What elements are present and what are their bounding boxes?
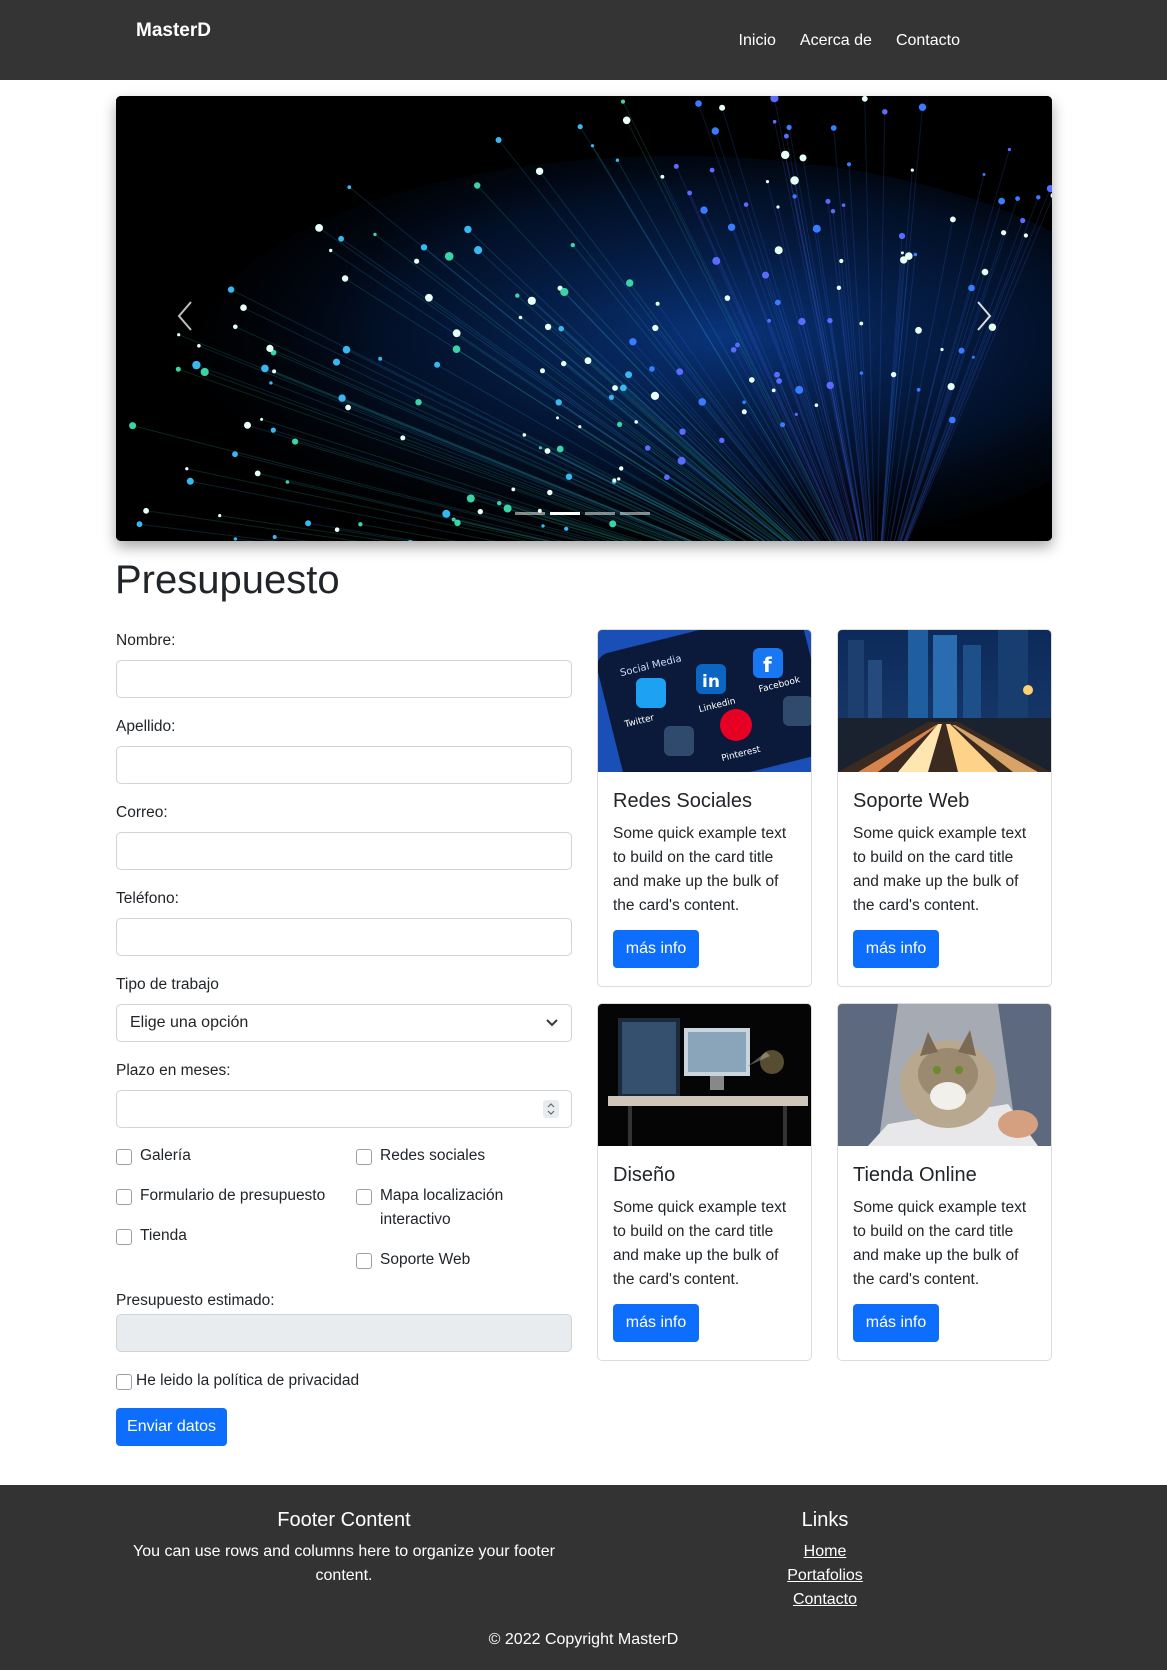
carousel-image [116,96,1052,541]
presupuesto-label: Presupuesto estimado: [116,1292,275,1309]
carousel-indicators [515,512,650,515]
presupuesto-output [116,1314,572,1352]
checkbox-label: Galería [140,1147,191,1164]
card-title: Diseño [613,1164,676,1186]
checkbox-label: Mapa localización interactivo [380,1187,504,1228]
carousel-prev-button[interactable] [171,296,201,336]
nav-links: Inicio Acerca de Contacto [739,32,960,50]
apellido-input[interactable] [116,746,572,784]
chevron-down-icon [546,1019,558,1027]
tipo-trabajo-selected: Elige una opción [130,1014,249,1031]
card-title: Soporte Web [853,790,970,812]
card-tienda-online: Tienda Online Some quick example text to… [837,1003,1052,1361]
checkbox-tienda[interactable]: Tienda [116,1227,336,1245]
checkbox-label: Tienda [140,1227,187,1244]
privacy-label: He leido la política de privacidad [136,1372,360,1389]
nav-link-contacto[interactable]: Contacto [896,32,960,50]
telefono-input[interactable] [116,918,572,956]
telefono-label: Teléfono: [116,890,179,907]
footer-content-title: Footer Content [277,1509,411,1531]
footer-link-contacto[interactable]: Contacto [740,1588,910,1612]
svg-text:f: f [763,653,772,677]
chevron-left-icon [177,301,192,331]
nav-link-inicio[interactable]: Inicio [739,32,776,50]
carousel-indicator-active[interactable] [550,512,580,515]
tipo-trabajo-select[interactable]: Elige una opción [116,1004,572,1042]
checkbox-label: Soporte Web [380,1251,471,1268]
navbar: MasterD Inicio Acerca de Contacto [0,0,1167,80]
nombre-input[interactable] [116,660,572,698]
carousel-indicator[interactable] [515,512,545,515]
copyright: © 2022 Copyright MasterD [488,1631,679,1648]
card-redes-sociales: Social Media in f Twitter Linkedin Faceb… [597,629,812,987]
plazo-label: Plazo en meses: [116,1062,231,1079]
checkbox-mapa[interactable]: Mapa localización interactivo [356,1187,506,1232]
carousel-indicator[interactable] [585,512,615,515]
checkbox[interactable] [356,1189,372,1205]
card-text: Some quick example text to build on the … [613,825,787,914]
checkbox-label: Redes sociales [380,1147,486,1164]
social-media-image: Social Media in f Twitter Linkedin Faceb… [598,630,811,772]
footer-links-title: Links [801,1509,849,1531]
cat-image [838,1004,1051,1146]
chevron-right-icon [977,301,992,331]
page-title: Presupuesto [115,558,340,602]
checkbox-formulario[interactable]: Formulario de presupuesto [116,1187,346,1205]
card-title: Redes Sociales [613,790,752,812]
carousel-next-button[interactable] [968,296,998,336]
correo-label: Correo: [116,804,168,821]
nombre-label: Nombre: [116,632,176,649]
carousel-indicator[interactable] [620,512,650,515]
nav-link-acerca[interactable]: Acerca de [800,32,872,50]
card-diseno: Diseño Some quick example text to build … [597,1003,812,1361]
footer-link-home[interactable]: Home [740,1540,910,1564]
plazo-input[interactable] [116,1090,572,1128]
card-text: Some quick example text to build on the … [853,1199,1027,1288]
spinner-arrows-icon [547,1103,555,1115]
checkbox[interactable] [356,1253,372,1269]
checkbox[interactable] [116,1149,132,1165]
checkbox[interactable] [116,1229,132,1245]
card-soporte-web: Soporte Web Some quick example text to b… [837,629,1052,987]
checkbox[interactable] [356,1149,372,1165]
checkbox[interactable] [116,1189,132,1205]
card-more-button[interactable]: más info [853,930,939,968]
svg-text:in: in [702,672,720,692]
city-night-image [838,630,1051,772]
checkbox-redes[interactable]: Redes sociales [356,1147,566,1165]
card-more-button[interactable]: más info [613,1304,699,1342]
card-text: Some quick example text to build on the … [613,1199,787,1288]
footer-links: Home Portafolios Contacto [740,1540,910,1612]
checkbox-soporte[interactable]: Soporte Web [356,1251,566,1269]
checkbox-label: Formulario de presupuesto [140,1187,326,1204]
card-more-button[interactable]: más info [853,1304,939,1342]
footer: Footer Content You can use rows and colu… [0,1485,1167,1670]
number-spinner[interactable] [543,1100,559,1118]
hero-carousel [116,96,1052,541]
correo-input[interactable] [116,832,572,870]
card-text: Some quick example text to build on the … [853,825,1027,914]
footer-content-text: You can use rows and columns here to org… [133,1543,555,1584]
tipo-trabajo-label: Tipo de trabajo [116,976,219,993]
card-more-button[interactable]: más info [613,930,699,968]
apellido-label: Apellido: [116,718,176,735]
card-title: Tienda Online [853,1164,977,1186]
footer-link-portafolios[interactable]: Portafolios [740,1564,910,1588]
submit-button[interactable]: Enviar datos [116,1408,227,1446]
privacy-checkbox-row[interactable]: He leido la política de privacidad [116,1372,359,1390]
brand-logo[interactable]: MasterD [136,20,211,42]
desk-monitors-image [598,1004,811,1146]
privacy-checkbox[interactable] [116,1374,132,1390]
checkbox-galeria[interactable]: Galería [116,1147,336,1165]
